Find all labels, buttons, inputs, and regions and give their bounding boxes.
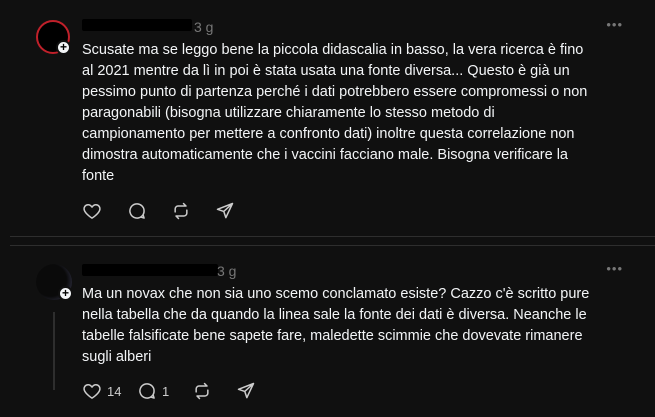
more-options-icon[interactable]: ••• [606,262,623,275]
post-time: 3 g [194,19,214,35]
repost-icon [174,202,188,220]
follow-plus-icon[interactable]: + [58,286,73,301]
like-button[interactable]: 14 [82,380,137,402]
action-bar [82,200,235,222]
reply-button[interactable] [127,200,171,222]
send-icon [216,202,234,219]
post: + 3 g ••• Ma un novax che non sia uno sc… [10,245,655,417]
post-text: Scusate ma se leggo bene la piccola dida… [82,42,588,184]
send-icon [237,382,255,399]
like-button[interactable] [82,200,127,222]
post-text: Ma un novax che non sia uno scemo concla… [82,286,590,365]
post-time: 3 g [217,263,237,279]
thread-line [53,312,55,390]
comment-icon [129,203,145,219]
username-redacted [82,264,218,276]
reply-count: 1 [162,383,170,399]
repost-button[interactable] [192,380,236,402]
repost-button[interactable] [171,200,215,222]
repost-icon [195,382,209,400]
reply-button[interactable]: 1 [137,380,192,402]
heart-icon [83,384,101,399]
follow-plus-icon[interactable]: + [56,40,71,55]
post: + 3 g ••• Scusate ma se leggo bene la pi… [10,0,655,237]
like-count: 14 [107,383,122,399]
more-options-icon[interactable]: ••• [606,18,623,31]
action-bar: 14 1 [82,380,256,402]
comment-icon [139,383,155,399]
heart-icon [83,204,101,219]
share-button[interactable] [236,380,256,402]
share-button[interactable] [215,200,235,222]
username-redacted [82,19,192,31]
